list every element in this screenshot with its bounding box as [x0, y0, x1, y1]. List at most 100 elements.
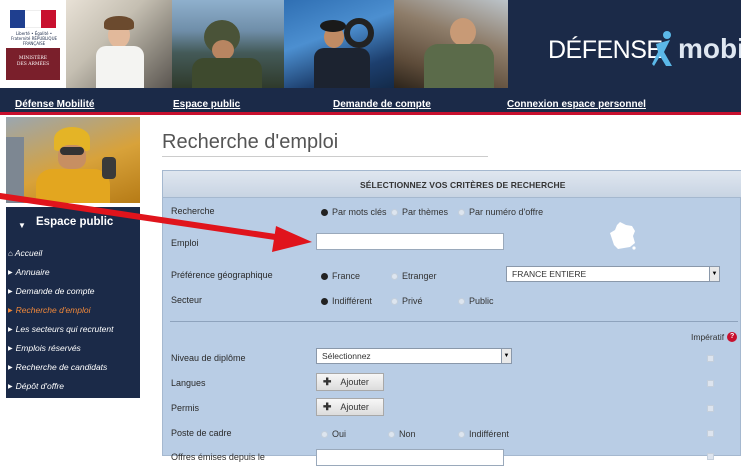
radio-france[interactable]: France [321, 271, 360, 281]
radio-dot [458, 430, 465, 438]
form-header: SÉLECTIONNEZ VOS CRITÈRES DE RECHERCHE [163, 171, 741, 198]
top-navigation: Défense Mobilité Espace public Demande d… [0, 88, 741, 115]
radio-par-numero-offre[interactable]: Par numéro d'offre [458, 207, 543, 217]
radio-label: Oui [332, 429, 347, 439]
emploi-label: Emploi [171, 238, 199, 248]
radio-cadre-oui[interactable]: Oui [321, 429, 346, 439]
radio-label: Par numéro d'offre [469, 207, 544, 217]
imperatif-checkbox-offres[interactable] [707, 453, 714, 460]
sidebar-item-label: Annuaire [15, 267, 50, 277]
sidebar-item-accueil[interactable]: ⌂ Accueil [8, 248, 42, 258]
radio-cadre-indifferent[interactable]: Indifférent [458, 429, 509, 439]
nav-demande-de-compte[interactable]: Demande de compte [333, 99, 431, 110]
sidebar-item-label: Accueil [14, 248, 43, 258]
imperatif-checkbox-diplome[interactable] [707, 355, 714, 362]
nav-defense-mobilite[interactable]: Défense Mobilité [15, 99, 94, 110]
france-map-icon [610, 222, 636, 250]
radio-dot [391, 297, 398, 305]
langues-label: Langues [171, 378, 206, 388]
brand-defense-text: DÉFENSE [548, 36, 663, 64]
radio-dot [388, 430, 395, 438]
sidebar-photo [6, 117, 140, 203]
arrow-right-icon: ▶ [8, 384, 13, 390]
radio-label: Privé [402, 296, 423, 306]
home-icon: ⌂ [8, 249, 13, 258]
imperatif-label: Impératif [691, 332, 725, 342]
sidebar-item-label: Emplois réservés [15, 343, 81, 353]
radio-cadre-non[interactable]: Non [388, 429, 416, 439]
french-flag-icon [10, 10, 56, 28]
radio-dot [321, 430, 328, 438]
region-select[interactable]: FRANCE ENTIERE ▼ [506, 266, 720, 282]
radio-label: Public [469, 296, 494, 306]
emploi-input[interactable] [316, 233, 504, 250]
sidebar-header-label: Espace public [36, 216, 114, 228]
arrow-right-icon: ▶ [8, 270, 13, 276]
radio-label: Indifférent [332, 296, 372, 306]
sidebar-item-depot-offre[interactable]: ▶ Dépôt d'offre [8, 381, 64, 391]
radio-dot [391, 272, 398, 280]
arrow-right-icon: ▶ [8, 327, 13, 333]
button-label: Ajouter [340, 402, 369, 412]
form-header-title: SÉLECTIONNEZ VOS CRITÈRES DE RECHERCHE [360, 180, 566, 190]
dropdown-arrow-icon: ▼ [709, 267, 719, 281]
defense-mobilite-brand[interactable]: DÉFENSE mobilite [508, 0, 741, 88]
banner-photo-nurse [66, 0, 172, 88]
sidebar-item-recherche-candidats[interactable]: ▶ Recherche de candidats [8, 362, 107, 372]
republic-motto: Liberté • Égalité • Fraternité RÉPUBLIQU… [10, 31, 58, 46]
imperatif-header: Impératif ? [691, 332, 738, 342]
ministry-line-2: DES ARMÉES [16, 62, 50, 67]
diplome-select[interactable]: Sélectionnez ▼ [316, 348, 512, 364]
add-permis-button[interactable]: ✚ Ajouter [316, 398, 384, 416]
radio-par-themes[interactable]: Par thèmes [391, 207, 448, 217]
plus-icon: ✚ [323, 376, 332, 388]
nav-espace-public[interactable]: Espace public [173, 99, 240, 110]
imperatif-checkbox-permis[interactable] [707, 405, 714, 412]
offres-date-input[interactable] [316, 449, 504, 466]
radio-label: Par mots clés [332, 207, 387, 217]
sidebar-section-header[interactable]: ▼ Espace public [6, 207, 140, 243]
banner-photo-soldier [172, 0, 284, 88]
nav-connexion-espace-personnel[interactable]: Connexion espace personnel [507, 99, 646, 110]
radio-dot [458, 297, 465, 305]
radio-public[interactable]: Public [458, 296, 494, 306]
ministry-logo[interactable]: Liberté • Égalité • Fraternité RÉPUBLIQU… [0, 0, 66, 88]
preference-geographique-label: Préférence géographique [171, 270, 273, 280]
sidebar-item-recherche-emploi[interactable]: ▶ Recherche d'emploi [8, 305, 90, 315]
sidebar-item-demande-de-compte[interactable]: ▶ Demande de compte [8, 286, 95, 296]
radio-dot [321, 272, 328, 280]
form-divider [170, 321, 738, 322]
sidebar-item-secteurs-qui-recrutent[interactable]: ▶ Les secteurs qui recrutent [8, 324, 113, 334]
dropdown-arrow-icon: ▼ [501, 349, 511, 363]
sidebar-item-label: Demande de compte [15, 286, 95, 296]
page-title: Recherche d'emploi [162, 131, 339, 153]
imperatif-checkbox-langues[interactable] [707, 380, 714, 387]
radio-label: Non [399, 429, 416, 439]
radio-prive[interactable]: Privé [391, 296, 423, 306]
banner-photo-sailor [284, 0, 394, 88]
radio-label: Etranger [402, 271, 437, 281]
radio-dot [321, 208, 328, 216]
poste-cadre-label: Poste de cadre [171, 428, 232, 438]
help-icon[interactable]: ? [727, 332, 738, 342]
radio-par-mots-cles[interactable]: Par mots clés [321, 207, 387, 217]
site-banner: Liberté • Égalité • Fraternité RÉPUBLIQU… [0, 0, 741, 88]
title-divider [162, 156, 488, 157]
sidebar-item-emplois-reserves[interactable]: ▶ Emplois réservés [8, 343, 81, 353]
sidebar-item-annuaire[interactable]: ▶ Annuaire [8, 267, 50, 277]
brand-mobilite-text: mobilite [678, 33, 741, 64]
radio-etranger[interactable]: Etranger [391, 271, 437, 281]
recherche-label: Recherche [171, 206, 215, 216]
chevron-down-icon: ▼ [18, 221, 26, 230]
sidebar-item-label: Dépôt d'offre [15, 381, 65, 391]
diplome-select-value: Sélectionnez [322, 351, 371, 361]
sidebar-item-label: Recherche de candidats [15, 362, 108, 372]
imperatif-checkbox-cadre[interactable] [707, 430, 714, 437]
add-langue-button[interactable]: ✚ Ajouter [316, 373, 384, 391]
radio-indifferent[interactable]: Indifférent [321, 296, 372, 306]
arrow-right-icon: ▶ [8, 289, 13, 295]
radio-dot [391, 208, 398, 216]
arrow-right-icon: ▶ [8, 365, 13, 371]
offres-emises-label: Offres émises depuis le [171, 452, 265, 462]
ministry-name: MINISTÈRE DES ARMÉES [6, 48, 60, 80]
